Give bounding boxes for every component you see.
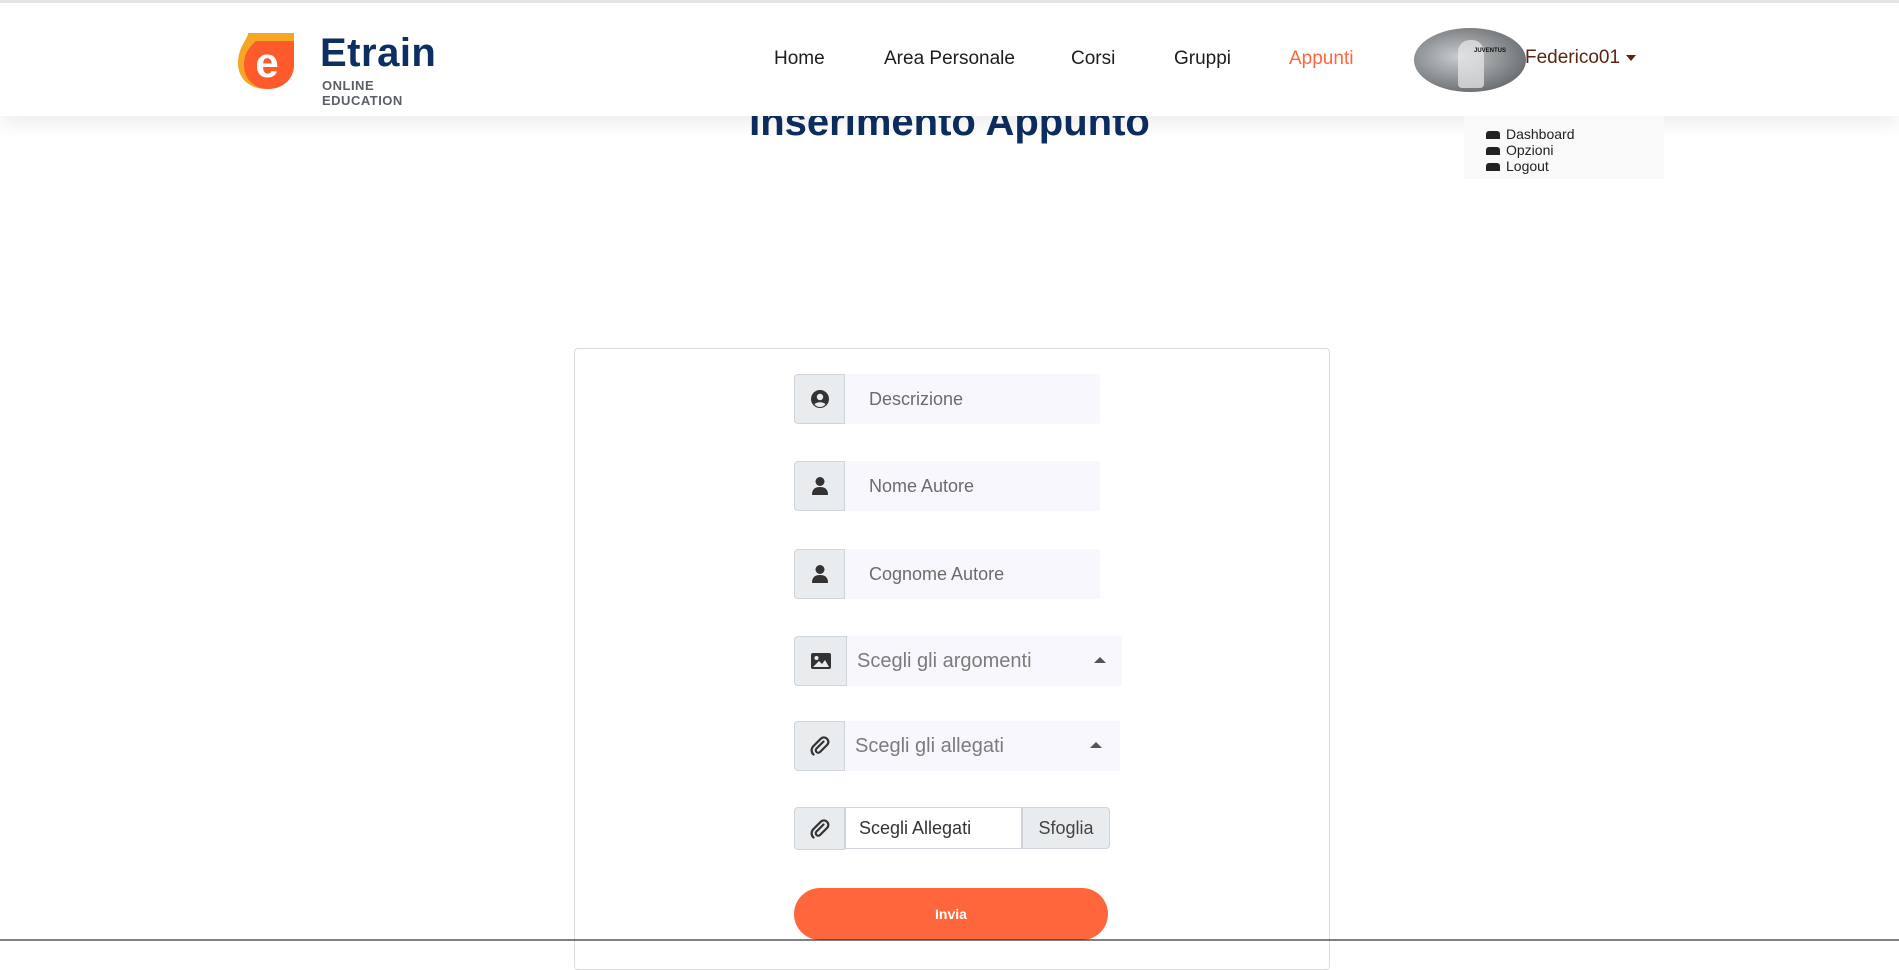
user-circle-icon [794,374,845,424]
submit-button[interactable]: Invia [794,888,1108,940]
brand-tagline: ONLINE EDUCATION [322,78,403,108]
cognome-autore-input[interactable] [845,549,1100,599]
user-icon [1486,131,1500,140]
file-input-label: Scegli Allegati [859,818,972,838]
username: Federico01 [1525,47,1621,68]
caret-down-icon [1626,54,1637,61]
descrizione-input[interactable] [845,374,1100,424]
allegati-select[interactable]: Scegli gli allegati [845,721,1120,771]
avatar[interactable]: JUVENTUS [1414,28,1526,92]
browse-button[interactable]: Sfoglia [1022,807,1110,849]
user-icon [794,461,845,511]
menu-item-dashboard[interactable]: Dashboard [1486,126,1575,142]
nav-home[interactable]: Home [774,48,825,70]
options-icon [1486,147,1500,156]
nome-autore-group [794,461,1100,511]
argomenti-select[interactable]: Scegli gli argomenti [847,636,1122,686]
site-header: e Etrain ONLINE EDUCATION Home Area Pers… [0,3,1899,116]
etrain-logo-icon: e [238,33,294,89]
nav-corsi[interactable]: Corsi [1071,48,1115,70]
menu-item-label: Dashboard [1506,126,1575,142]
user-menu-toggle[interactable]: Federico01 [1525,47,1637,69]
argomenti-group: Scegli gli argomenti [794,636,1122,686]
brand-name: Etrain [320,31,437,75]
descrizione-group [794,374,1100,424]
svg-text:e: e [255,39,278,86]
avatar-text: JUVENTUS [1474,48,1507,54]
caret-up-icon [1090,742,1102,748]
brand-logo[interactable]: e Etrain ONLINE EDUCATION [236,29,456,108]
paperclip-icon [794,721,845,771]
allegati-placeholder: Scegli gli allegati [855,735,1004,757]
nav-area-personale[interactable]: Area Personale [884,48,1015,70]
menu-item-label: Opzioni [1506,142,1554,158]
paperclip-icon [794,807,845,850]
caret-up-icon [1094,657,1106,663]
nav-appunti[interactable]: Appunti [1289,48,1353,70]
allegati-select-group: Scegli gli allegati [794,721,1120,771]
image-icon [794,636,847,686]
menu-item-opzioni[interactable]: Opzioni [1486,142,1553,158]
nav-gruppi[interactable]: Gruppi [1174,48,1231,70]
user-dropdown-menu: Dashboard Opzioni Logout [1464,116,1664,179]
nome-autore-input[interactable] [845,461,1100,511]
menu-item-label: Logout [1506,158,1549,174]
menu-item-logout[interactable]: Logout [1486,158,1549,174]
user-icon [794,549,845,599]
argomenti-placeholder: Scegli gli argomenti [857,650,1032,672]
file-input-group: Scegli Allegati Sfoglia [794,807,1110,851]
cognome-autore-group [794,549,1100,599]
logout-icon [1486,163,1500,172]
